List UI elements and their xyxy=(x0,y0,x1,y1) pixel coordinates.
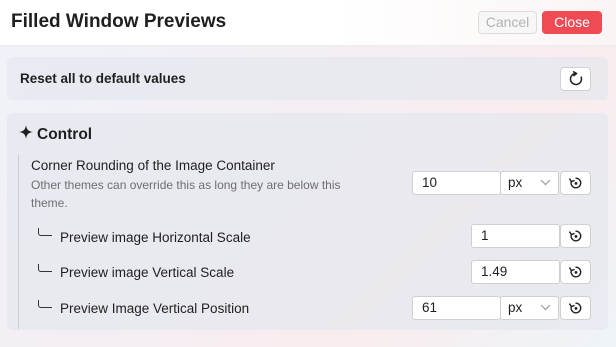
reset-vertical-position-button[interactable] xyxy=(560,296,591,320)
option-description: Other themes can override this as long t… xyxy=(31,178,341,210)
reset-icon xyxy=(568,177,581,189)
unit-value: px xyxy=(508,175,523,190)
reset-card: Reset all to default values xyxy=(7,57,608,100)
corner-rounding-unit-select[interactable]: px xyxy=(500,171,559,195)
close-button[interactable]: Close xyxy=(542,11,602,34)
chevron-down-icon xyxy=(540,304,551,311)
section-header: Control xyxy=(19,125,92,144)
corner-rounding-input[interactable]: 10 xyxy=(412,171,501,195)
option-label: Corner Rounding of the Image Container xyxy=(31,158,275,173)
tree-line xyxy=(18,155,19,329)
reset-all-label: Reset all to default values xyxy=(20,71,186,86)
chevron-down-icon xyxy=(540,179,551,186)
reset-horizontal-scale-button[interactable] xyxy=(560,224,591,248)
vertical-position-input[interactable]: 61 xyxy=(412,296,501,320)
section-title: Control xyxy=(37,125,93,143)
sparkle-icon xyxy=(19,125,33,144)
vertical-scale-input[interactable]: 1.49 xyxy=(471,260,560,284)
option-label: Preview image Horizontal Scale xyxy=(60,230,251,245)
reset-vertical-scale-button[interactable] xyxy=(560,260,591,284)
reset-icon xyxy=(569,71,582,86)
option-label: Preview image Vertical Scale xyxy=(60,265,235,280)
horizontal-scale-input[interactable]: 1 xyxy=(471,224,560,248)
option-label: Preview Image Vertical Position xyxy=(60,301,250,316)
reset-icon xyxy=(568,266,581,278)
title-bar: Filled Window Previews Cancel Close xyxy=(0,0,616,46)
window-title: Filled Window Previews xyxy=(11,11,227,32)
reset-icon xyxy=(568,302,581,314)
tree-branch xyxy=(38,264,52,272)
tree-branch xyxy=(38,228,52,236)
reset-icon xyxy=(568,230,581,242)
reset-corner-rounding-button[interactable] xyxy=(560,171,591,195)
reset-all-button[interactable] xyxy=(560,67,591,91)
unit-value: px xyxy=(508,300,523,315)
cancel-button[interactable]: Cancel xyxy=(478,11,537,34)
control-section: Control Corner Rounding of the Image Con… xyxy=(7,113,608,330)
vertical-position-unit-select[interactable]: px xyxy=(500,296,559,320)
tree-branch xyxy=(38,300,52,308)
